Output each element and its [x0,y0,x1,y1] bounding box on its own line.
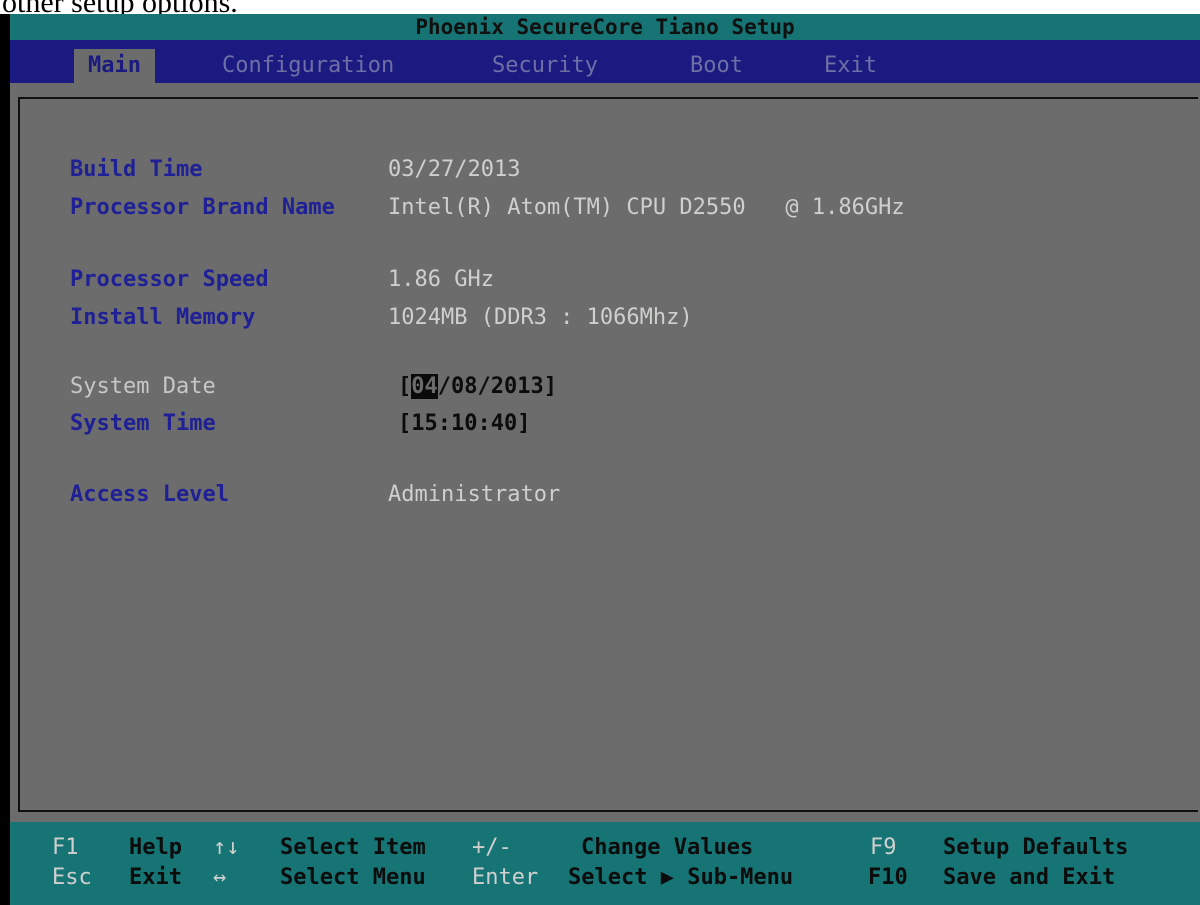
processor-brand-label: Processor Brand Name [70,195,335,220]
f10-key: F10 [868,865,908,890]
key-help-footer: F1 Help ↑↓ Select Item +/- Change Values… [10,822,1200,905]
page-caption: other setup options. [0,0,1200,14]
bios-menu-bar: Main Configuration Security Boot Exit [10,40,1200,83]
bios-title: Phoenix SecureCore Tiano Setup [415,15,795,39]
bios-title-bar: Phoenix SecureCore Tiano Setup [10,14,1200,40]
processor-speed-label: Processor Speed [70,267,269,292]
select-menu-text: Select Menu [280,865,426,890]
f1-help-text: Help [129,835,182,860]
setup-defaults-text: Setup Defaults [943,835,1129,860]
access-level-value: Administrator [388,482,561,507]
select-submenu-text: Select ▶ Sub-Menu [568,865,794,890]
menu-tab-security[interactable]: Security [492,49,598,83]
system-time-field[interactable]: [15:10:40] [398,411,530,436]
build-time-value: 03/27/2013 [388,157,521,182]
menu-tab-boot[interactable]: Boot [690,49,743,83]
system-time-label: System Time [70,411,216,436]
caption-text: other setup options. [2,0,238,14]
system-date-month-cursor[interactable]: 04 [411,374,438,399]
menu-tab-exit[interactable]: Exit [824,49,877,83]
up-down-arrows-icon: ↑↓ [213,835,240,860]
system-date-label: System Date [70,374,216,399]
enter-key: Enter [472,865,539,890]
processor-speed-value: 1.86 GHz [388,267,494,292]
menu-tab-configuration[interactable]: Configuration [222,49,394,83]
install-memory-label: Install Memory [70,305,256,330]
change-values-text: Change Values [581,835,754,860]
main-panel: Build Time 03/27/2013 Processor Brand Na… [10,83,1200,822]
select-item-text: Select Item [280,835,426,860]
system-date-rest: /08/2013] [437,374,557,399]
system-date-field[interactable]: [04/08/2013] [398,374,557,399]
processor-brand-value: Intel(R) Atom(TM) CPU D2550 @ 1.86GHz [388,195,905,220]
plus-minus-key: +/- [472,835,512,860]
system-date-open-bracket: [ [398,374,412,399]
menu-tab-main[interactable]: Main [74,49,155,83]
left-right-arrows-icon: ↔ [213,865,227,890]
esc-key: Esc [52,865,92,890]
build-time-label: Build Time [70,157,203,182]
f9-key: F9 [870,835,897,860]
esc-exit-text: Exit [129,865,182,890]
save-and-exit-text: Save and Exit [943,865,1116,890]
install-memory-value: 1024MB (DDR3 : 1066Mhz) [388,305,693,330]
access-level-label: Access Level [70,482,229,507]
f1-key: F1 [52,835,79,860]
